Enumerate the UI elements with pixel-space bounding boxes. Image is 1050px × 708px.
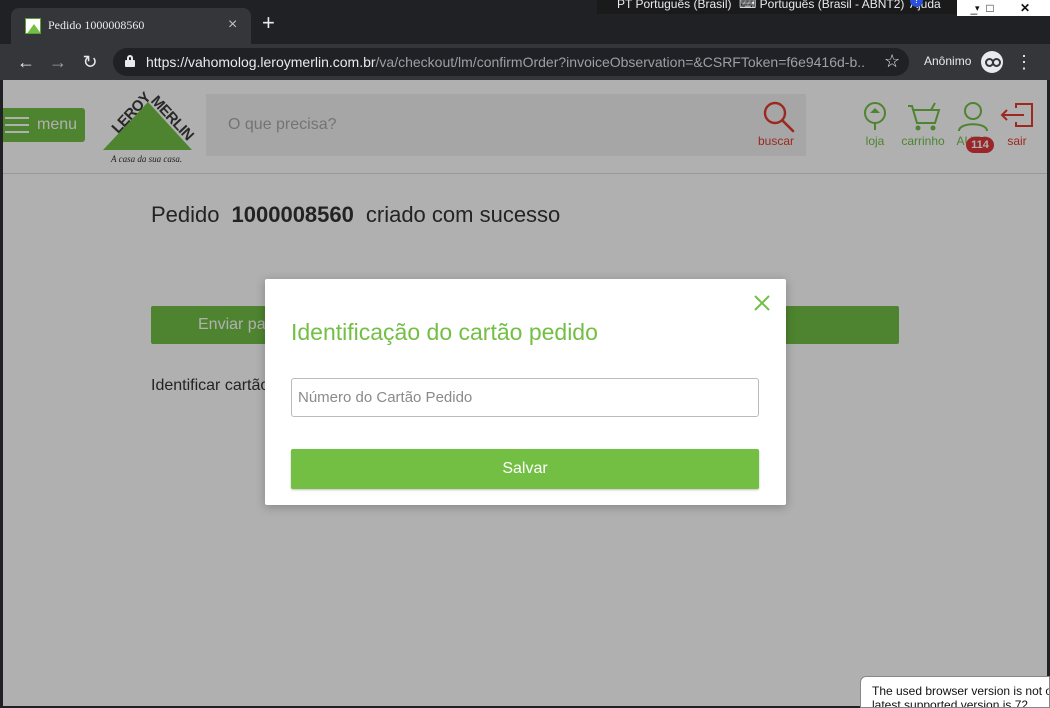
help-link[interactable]: ? Ajuda xyxy=(910,0,941,11)
reload-button[interactable]: ↻ xyxy=(79,51,101,73)
browser-toolbar: ← → ↻ https://vahomolog.leroymerlin.com.… xyxy=(0,44,1050,80)
address-bar[interactable]: https://vahomolog.leroymerlin.com.br/va/… xyxy=(113,48,909,76)
os-language-bar: PT Português (Brasil) ⌨ Português (Brasi… xyxy=(597,0,957,14)
leroy-merlin-favicon-icon xyxy=(25,18,41,34)
card-number-field[interactable] xyxy=(291,378,759,417)
tab-title: Pedido 1000008560 xyxy=(48,18,145,32)
close-window-button[interactable]: ✕ xyxy=(1010,0,1040,16)
url-path: /va/checkout/lm/confirmOrder?invoiceObse… xyxy=(375,54,866,70)
incognito-avatar-icon[interactable] xyxy=(981,51,1003,73)
warning-line-1: The used browser version is not of xyxy=(872,684,1050,698)
close-icon[interactable] xyxy=(752,293,772,313)
new-tab-button[interactable]: + xyxy=(262,12,275,34)
save-button[interactable]: Salvar xyxy=(291,449,759,489)
warning-line-2: latest supported version is 72 xyxy=(872,698,1029,708)
back-button[interactable]: ← xyxy=(15,51,37,73)
card-identification-modal: Identificação do cartão pedido Salvar xyxy=(265,279,786,505)
window-controls: _ □ ✕ xyxy=(957,0,1050,16)
lock-icon[interactable] xyxy=(125,55,135,67)
page-viewport: menu LEROY MERLIN A casa da sua casa. bu… xyxy=(3,80,1047,706)
browser-menu-icon[interactable]: ⋮ xyxy=(1015,51,1033,73)
url-text[interactable]: https://vahomolog.leroymerlin.com.br/va/… xyxy=(146,54,866,70)
keyboard-layout[interactable]: ⌨ Português (Brasil - ABNT2) xyxy=(739,0,904,11)
maximize-button[interactable]: □ xyxy=(977,0,1003,16)
tab-close-icon[interactable]: × xyxy=(228,16,237,34)
keyboard-icon: ⌨ xyxy=(739,0,760,11)
browser-tab[interactable]: Pedido 1000008560 × xyxy=(11,8,251,44)
bookmark-star-icon[interactable]: ☆ xyxy=(884,51,900,72)
url-host: https://vahomolog.leroymerlin.com.br xyxy=(146,54,376,70)
profile-label[interactable]: Anônimo xyxy=(924,54,971,68)
forward-button[interactable]: → xyxy=(47,51,69,73)
keyboard-layout-label: Português (Brasil - ABNT2) xyxy=(759,0,905,11)
browser-version-warning[interactable]: The used browser version is not of lates… xyxy=(860,676,1050,708)
modal-title: Identificação do cartão pedido xyxy=(291,319,598,345)
chevron-down-icon[interactable]: ▾ xyxy=(975,3,980,14)
input-language[interactable]: PT Português (Brasil) xyxy=(617,0,732,11)
